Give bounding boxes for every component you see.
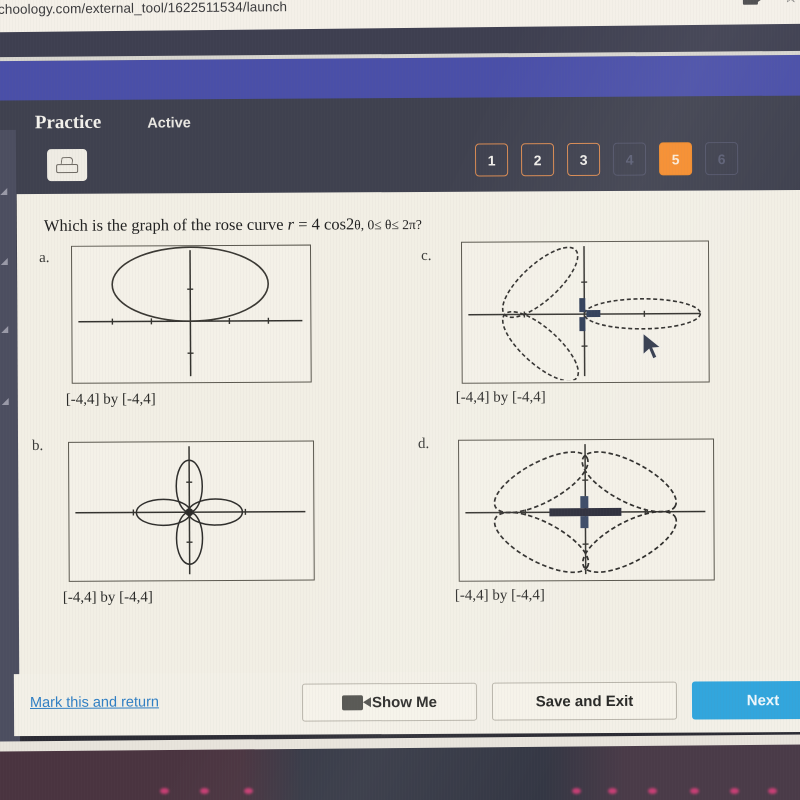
option-a-letter: a. (39, 249, 50, 266)
save-and-exit-button[interactable]: Save and Exit (491, 681, 678, 721)
option-a-caption: [-4,4] by [-4,4] (65, 391, 156, 408)
header-tabs: Practice Active (35, 111, 191, 134)
question-prefix: Which is the graph of the rose curve (43, 214, 288, 235)
option-b-letter: b. (31, 437, 44, 455)
show-me-button[interactable]: Show Me (301, 682, 478, 722)
graph-d-svg (465, 444, 706, 575)
option-d-caption: [-4,4] by [-4,4] (454, 587, 545, 604)
printer-icon (56, 157, 79, 174)
tab-practice[interactable]: Practice (35, 112, 102, 134)
rail-nub-icon-1 (0, 187, 8, 196)
video-camera-icon (341, 694, 364, 710)
option-c-letter: c. (421, 247, 432, 264)
show-me-label: Show Me (371, 693, 438, 711)
mark-this-and-return-link[interactable]: Mark this and return (30, 694, 159, 711)
photo-bottom-edge (0, 744, 800, 800)
page-button-6[interactable]: 6 (704, 141, 739, 176)
question-equation: = 4 cos2 (294, 214, 355, 234)
indicator-lights (0, 788, 800, 796)
page-button-3[interactable]: 3 (566, 142, 601, 177)
question-domain: , 0≤ θ≤ 2π? (360, 216, 422, 233)
page-button-5[interactable]: 5 (658, 142, 693, 176)
action-bar: Mark this and return Show Me Save and Ex… (13, 669, 800, 737)
option-a-graph[interactable] (70, 244, 312, 384)
bookmark-star-icon[interactable]: ☆ (783, 0, 798, 6)
option-c-caption: [-4,4] by [-4,4] (455, 389, 546, 406)
app-header: Practice Active 1 2 3 4 5 6 (0, 95, 800, 201)
rail-nub-icon-3 (1, 325, 9, 334)
option-c-graph[interactable] (460, 240, 710, 384)
page-button-2[interactable]: 2 (520, 143, 555, 177)
url-bar[interactable]: choology.com/external_tool/1622511534/la… (0, 0, 287, 17)
graph-a-svg (78, 246, 303, 377)
graph-c-svg (468, 246, 702, 381)
cast-icon[interactable] (742, 0, 758, 5)
question-text: Which is the graph of the rose curve r =… (44, 214, 422, 236)
save-and-exit-label: Save and Exit (535, 692, 634, 710)
page-button-1[interactable]: 1 (474, 143, 509, 177)
next-button[interactable]: Next (691, 680, 800, 720)
next-label: Next (746, 691, 780, 709)
graph-b-svg (75, 446, 306, 575)
question-content-card: Which is the graph of the rose curve r =… (16, 189, 800, 687)
rail-nub-icon-4 (1, 397, 9, 406)
option-d-letter: d. (417, 435, 430, 452)
tab-active[interactable]: Active (147, 115, 191, 131)
page-button-4[interactable]: 4 (612, 142, 647, 176)
option-b-caption: [-4,4] by [-4,4] (62, 589, 153, 606)
option-b-graph[interactable] (68, 440, 315, 582)
mouse-pointer (642, 332, 663, 360)
screenshot-root: choology.com/external_tool/1622511534/la… (0, 0, 800, 800)
question-pagination: 1 2 3 4 5 6 (474, 141, 739, 177)
rail-nub-icon-2 (0, 257, 8, 266)
browser-icon-group: ☆ (742, 0, 798, 6)
print-button[interactable] (47, 148, 88, 182)
option-d-graph[interactable] (458, 438, 715, 582)
